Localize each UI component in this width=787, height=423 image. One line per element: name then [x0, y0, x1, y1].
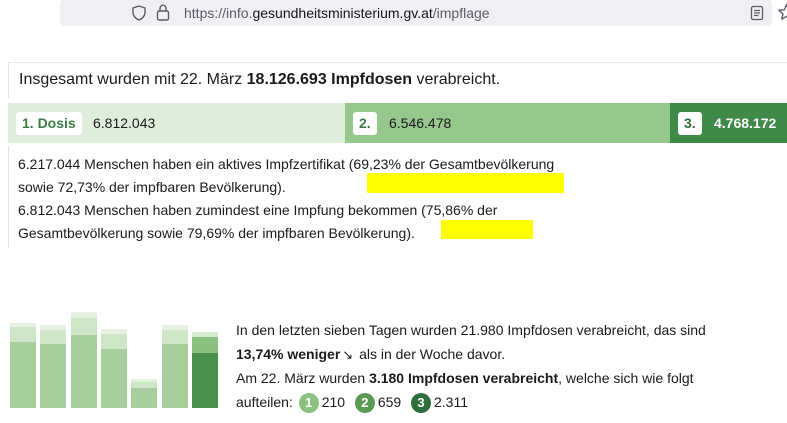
- dose-1-value: 6.812.043: [93, 115, 156, 131]
- weekly-bar-segment: [191, 337, 218, 354]
- split-prefix: aufteilen:: [236, 394, 297, 410]
- dose-1-circle: 1: [298, 393, 319, 414]
- total-doses-text: Insgesamt wurden mit 22. März 18.126.693…: [19, 71, 500, 89]
- weekly-bar-segment: [10, 326, 36, 343]
- url-host: gesundheitsministerium.gv.at: [252, 5, 433, 21]
- url-path: /impflage: [432, 5, 490, 21]
- weekly-bar-segment: [10, 342, 36, 408]
- weekly-bar-segment: [131, 387, 158, 408]
- weekly-bar-segment: [191, 353, 218, 408]
- total-doses-value: 18.126.693 Impfdosen: [246, 71, 413, 88]
- weekly-line-2-rest: als in der Woche davor.: [355, 346, 506, 362]
- weekly-bar-segment: [100, 329, 127, 335]
- dose-1-segment: 1. Dosis 6.812.043: [8, 103, 345, 143]
- url-prefix: https://info.: [184, 5, 253, 21]
- dose-2-segment: 2. 6.546.478: [345, 103, 670, 143]
- weekly-bar-segment: [161, 325, 188, 331]
- weekly-line-2: 13,74% weniger ↘ als in der Woche davor.: [236, 342, 706, 366]
- weekly-doses-chart: [10, 312, 222, 408]
- weekly-bar-segment: [70, 317, 97, 336]
- daily-suffix: , welche sich wie folgt: [558, 370, 694, 386]
- dose-1-daily: 210: [321, 394, 346, 410]
- weekly-bar-segment: [161, 344, 188, 408]
- weekly-line-1: In den letzten sieben Tagen wurden 21.98…: [236, 322, 706, 338]
- total-doses-box: Insgesamt wurden mit 22. März 18.126.693…: [8, 62, 787, 98]
- dose-2-value: 6.546.478: [389, 115, 452, 131]
- info-line-3: 6.812.043 Menschen haben zumindest eine …: [18, 202, 498, 218]
- address-bar[interactable]: https://info.gesundheitsministerium.gv.a…: [60, 0, 787, 26]
- url-text[interactable]: https://info.gesundheitsministerium.gv.a…: [184, 5, 490, 21]
- daily-total: 3.180 Impfdosen verabreicht: [369, 370, 559, 386]
- shield-icon[interactable]: [132, 5, 146, 21]
- dose-3-value: 4.768.172: [714, 115, 777, 131]
- weekly-bar-segment: [40, 324, 67, 330]
- dose-split-bar: 1. Dosis 6.812.043 2. 6.546.478 3. 4.768…: [8, 103, 787, 143]
- weekly-bar: [161, 325, 188, 408]
- dose-1-badge: 1. Dosis: [16, 112, 82, 135]
- reader-view-icon[interactable]: [750, 5, 764, 21]
- summary-suffix: verabreicht.: [412, 71, 501, 88]
- dose-2-circle: 2: [354, 393, 375, 414]
- weekly-bar-segment: [70, 312, 97, 318]
- weekly-bar: [100, 329, 127, 408]
- highlight-marker: [367, 173, 564, 193]
- weekly-bar: [191, 331, 218, 408]
- highlight-marker: [441, 220, 533, 239]
- info-line-1: 6.217.044 Menschen haben ein aktives Imp…: [18, 156, 555, 172]
- lock-icon[interactable]: [156, 4, 170, 21]
- info-line-4: Gesamtbevölkerung sowie 79,69% der impfb…: [18, 225, 415, 241]
- bookmark-star-icon[interactable]: [777, 3, 787, 22]
- dose-3-badge: 3.: [678, 112, 702, 135]
- weekly-bar-segment: [100, 348, 127, 408]
- weekly-bar-segment: [100, 334, 127, 349]
- weekly-bar-segment: [131, 382, 158, 388]
- arrow-down-right-icon: ↘: [342, 347, 354, 362]
- browser-toolbar: https://info.gesundheitsministerium.gv.a…: [0, 0, 787, 30]
- dose-3-daily: 2.311: [434, 394, 468, 410]
- weekly-line-3: Am 22. März wurden 3.180 Impfdosen verab…: [236, 366, 706, 390]
- daily-prefix: Am 22. März wurden: [236, 370, 370, 386]
- weekly-change: 13,74% weniger: [236, 346, 341, 362]
- weekly-bar-segment: [161, 330, 188, 345]
- dose-2-badge: 2.: [353, 112, 377, 135]
- weekly-bar: [10, 322, 36, 408]
- weekly-bar-segment: [40, 343, 67, 408]
- vaccination-info: 6.217.044 Menschen haben ein aktives Imp…: [8, 146, 787, 248]
- weekly-line-4: aufteilen: 1 210 2 659 3 2.311: [236, 390, 706, 414]
- weekly-bar: [40, 324, 67, 408]
- info-line-2: sowie 72,73% der impfbaren Bevölkerung).: [18, 179, 286, 195]
- weekly-bar-segment: [70, 335, 97, 408]
- weekly-bar-segment: [191, 331, 218, 338]
- summary-prefix: Insgesamt wurden mit 22. März: [19, 71, 247, 88]
- weekly-bar: [70, 312, 97, 408]
- dose-3-segment: 3. 4.768.172: [670, 103, 787, 143]
- weekly-bar-segment: [131, 379, 158, 383]
- dose-3-circle: 3: [411, 393, 431, 414]
- weekly-summary: In den letzten sieben Tagen wurden 21.98…: [236, 318, 706, 414]
- weekly-bar-segment: [40, 329, 67, 344]
- weekly-bar: [131, 379, 158, 408]
- weekly-bar-segment: [10, 322, 36, 327]
- dose-2-daily: 659: [377, 394, 402, 410]
